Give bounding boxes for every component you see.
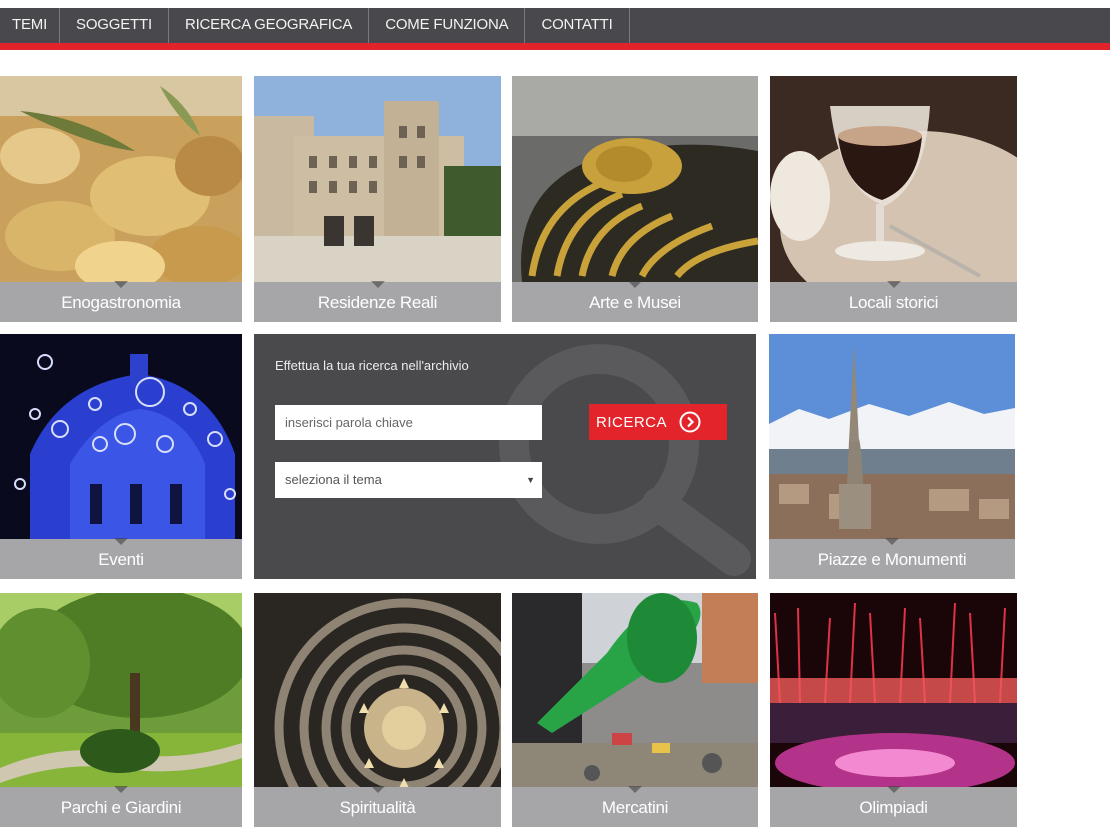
dome-interior-photo [254, 593, 501, 798]
tile-label: Olimpiadi [770, 786, 1017, 827]
sarcophagus-photo [512, 76, 758, 282]
flea-market-photo [512, 593, 758, 798]
chevron-down-icon: ▼ [526, 475, 535, 485]
pasta-photo [0, 76, 242, 282]
mole-antonelliana-photo [769, 334, 1015, 539]
palace-photo [254, 76, 501, 282]
search-button[interactable]: RICERCA [589, 404, 727, 440]
theme-select-value: seleziona il tema [285, 472, 382, 487]
nav-item-ricerca-geografica[interactable]: RICERCA GEOGRAFICA [169, 8, 370, 43]
tile-enogastronomia[interactable]: Enogastronomia [0, 76, 242, 322]
tile-olimpiadi[interactable]: Olimpiadi [770, 593, 1017, 827]
tile-label: Spiritualità [254, 786, 501, 827]
tile-locali-storici[interactable]: Locali storici [770, 76, 1017, 322]
tile-label: Enogastronomia [0, 281, 242, 322]
search-title: Effettua la tua ricerca nell'archivio [275, 358, 469, 373]
tile-spiritualita[interactable]: Spiritualità [254, 593, 501, 827]
theme-select[interactable]: seleziona il tema ▼ [275, 462, 542, 498]
tile-label: Parchi e Giardini [0, 786, 242, 827]
nav-item-soggetti[interactable]: SOGGETTI [60, 8, 169, 43]
tile-label: Mercatini [512, 786, 758, 827]
nav-item-temi[interactable]: TEMI [0, 8, 61, 43]
nav-accent-line [0, 43, 1110, 50]
nav-item-contatti[interactable]: CONTATTI [525, 8, 630, 43]
tile-label: Arte e Musei [512, 281, 758, 322]
search-panel: Effettua la tua ricerca nell'archivio se… [254, 334, 756, 579]
search-button-label: RICERCA [596, 413, 668, 431]
tile-eventi[interactable]: Eventi [0, 334, 242, 579]
arrow-circle-icon [679, 411, 701, 433]
tile-label: Eventi [0, 538, 242, 579]
tile-residenze-reali[interactable]: Residenze Reali [254, 76, 501, 322]
coffee-photo [770, 76, 1017, 282]
tile-label: Piazze e Monumenti [769, 538, 1015, 579]
tile-arte-e-musei[interactable]: Arte e Musei [512, 76, 758, 322]
tile-mercatini[interactable]: Mercatini [512, 593, 758, 827]
tile-parchi-e-giardini[interactable]: Parchi e Giardini [0, 593, 242, 827]
nav-item-come-funziona[interactable]: COME FUNZIONA [369, 8, 526, 43]
park-photo [0, 593, 242, 798]
tile-label: Locali storici [770, 281, 1017, 322]
tile-label: Residenze Reali [254, 281, 501, 322]
keyword-input[interactable] [275, 405, 542, 440]
fireworks-photo [770, 593, 1017, 798]
main-nav: TEMI SOGGETTI RICERCA GEOGRAFICA COME FU… [0, 8, 630, 43]
illuminated-dome-photo [0, 334, 242, 539]
tile-piazze-e-monumenti[interactable]: Piazze e Monumenti [769, 334, 1015, 579]
